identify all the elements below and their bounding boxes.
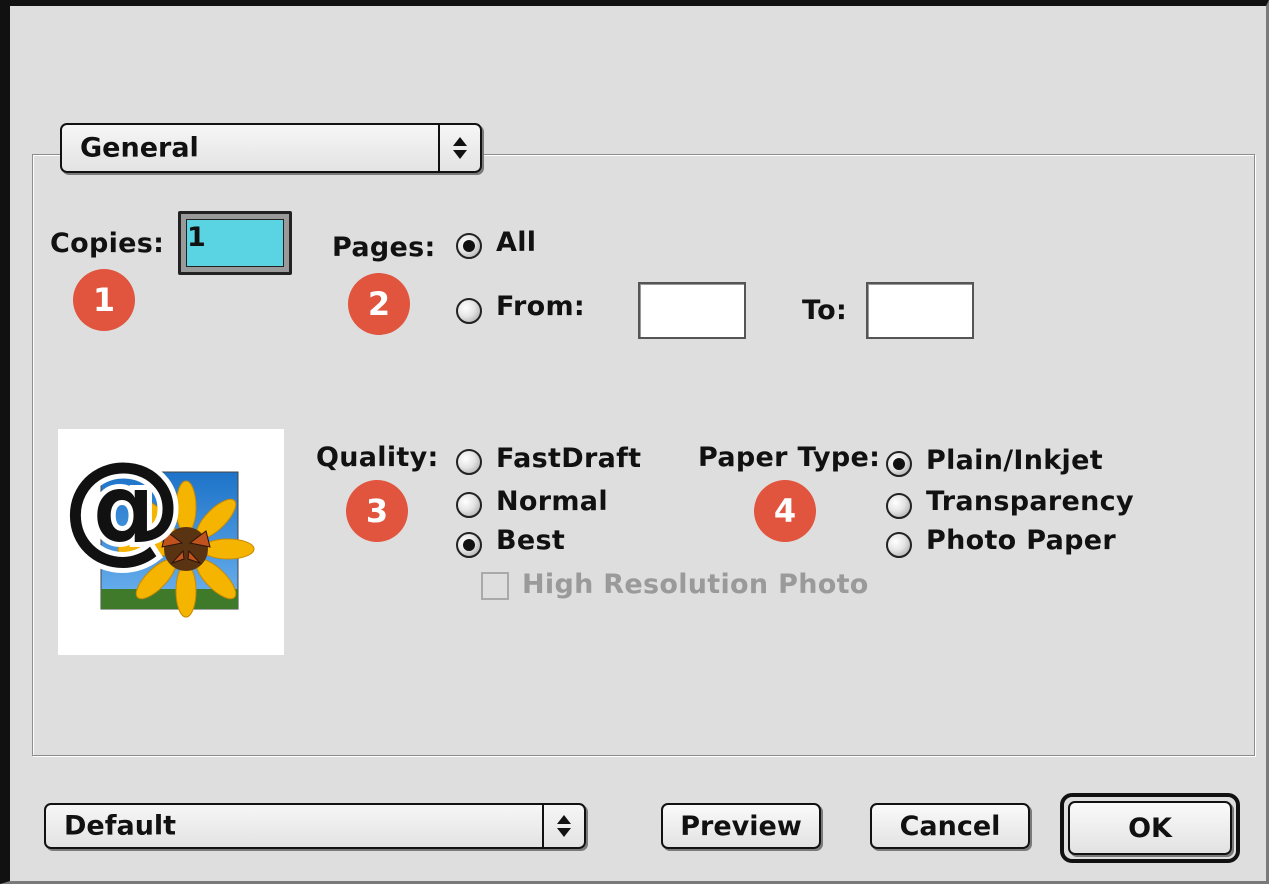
quality-normal-label: Normal xyxy=(496,486,608,517)
callout-badge-3: 3 xyxy=(346,480,408,542)
pages-from-radio[interactable] xyxy=(456,298,482,324)
copies-label: Copies: xyxy=(50,228,165,259)
paper-type-label: Paper Type: xyxy=(698,442,881,473)
panel-popup[interactable]: General xyxy=(60,123,482,173)
quality-normal-radio[interactable] xyxy=(456,492,482,518)
pages-to-field[interactable] xyxy=(866,282,974,339)
pages-to-label: To: xyxy=(802,295,848,326)
quality-fastdraft-radio[interactable] xyxy=(456,449,482,475)
panel-popup-label: General xyxy=(80,132,199,164)
pages-label: Pages: xyxy=(332,232,436,263)
paper-transparency-label: Transparency xyxy=(926,486,1134,517)
paper-transparency-radio[interactable] xyxy=(886,493,912,519)
print-dialog: General Copies: 1 1 Pages: All 2 From: T… xyxy=(0,0,1269,884)
updown-arrows-icon xyxy=(438,125,480,171)
pages-all-radio[interactable] xyxy=(456,233,482,259)
ok-button[interactable]: OK xyxy=(1068,801,1232,855)
pages-from-field[interactable] xyxy=(638,282,746,339)
callout-badge-4: 4 xyxy=(754,480,816,542)
updown-arrows-icon xyxy=(542,805,584,847)
paper-plain-inkjet-radio[interactable] xyxy=(886,451,912,477)
pages-from-label: From: xyxy=(496,291,586,322)
copies-field[interactable]: 1 xyxy=(178,211,292,275)
copies-value: 1 xyxy=(187,222,206,253)
cancel-button[interactable]: Cancel xyxy=(870,803,1030,849)
quality-label: Quality: xyxy=(316,442,439,473)
paper-photo-paper-label: Photo Paper xyxy=(926,525,1116,556)
quality-best-label: Best xyxy=(496,525,566,556)
quality-fastdraft-label: FastDraft xyxy=(496,443,642,474)
settings-popup-label: Default xyxy=(64,810,177,842)
quality-best-radio[interactable] xyxy=(456,532,482,558)
settings-popup[interactable]: Default xyxy=(44,803,586,849)
preview-button[interactable]: Preview xyxy=(661,803,821,849)
paper-photo-paper-radio[interactable] xyxy=(886,532,912,558)
callout-badge-1: 1 xyxy=(73,269,135,331)
quality-preview-image: @ @ xyxy=(57,429,284,655)
pages-all-label: All xyxy=(496,227,537,258)
callout-badge-2: 2 xyxy=(348,273,410,335)
paper-plain-inkjet-label: Plain/Inkjet xyxy=(926,445,1103,476)
high-res-photo-checkbox[interactable] xyxy=(481,572,509,600)
sunflower-photo-icon: @ @ xyxy=(57,432,255,618)
at-glyph: @ xyxy=(62,437,182,576)
high-res-photo-label: High Resolution Photo xyxy=(522,569,869,600)
